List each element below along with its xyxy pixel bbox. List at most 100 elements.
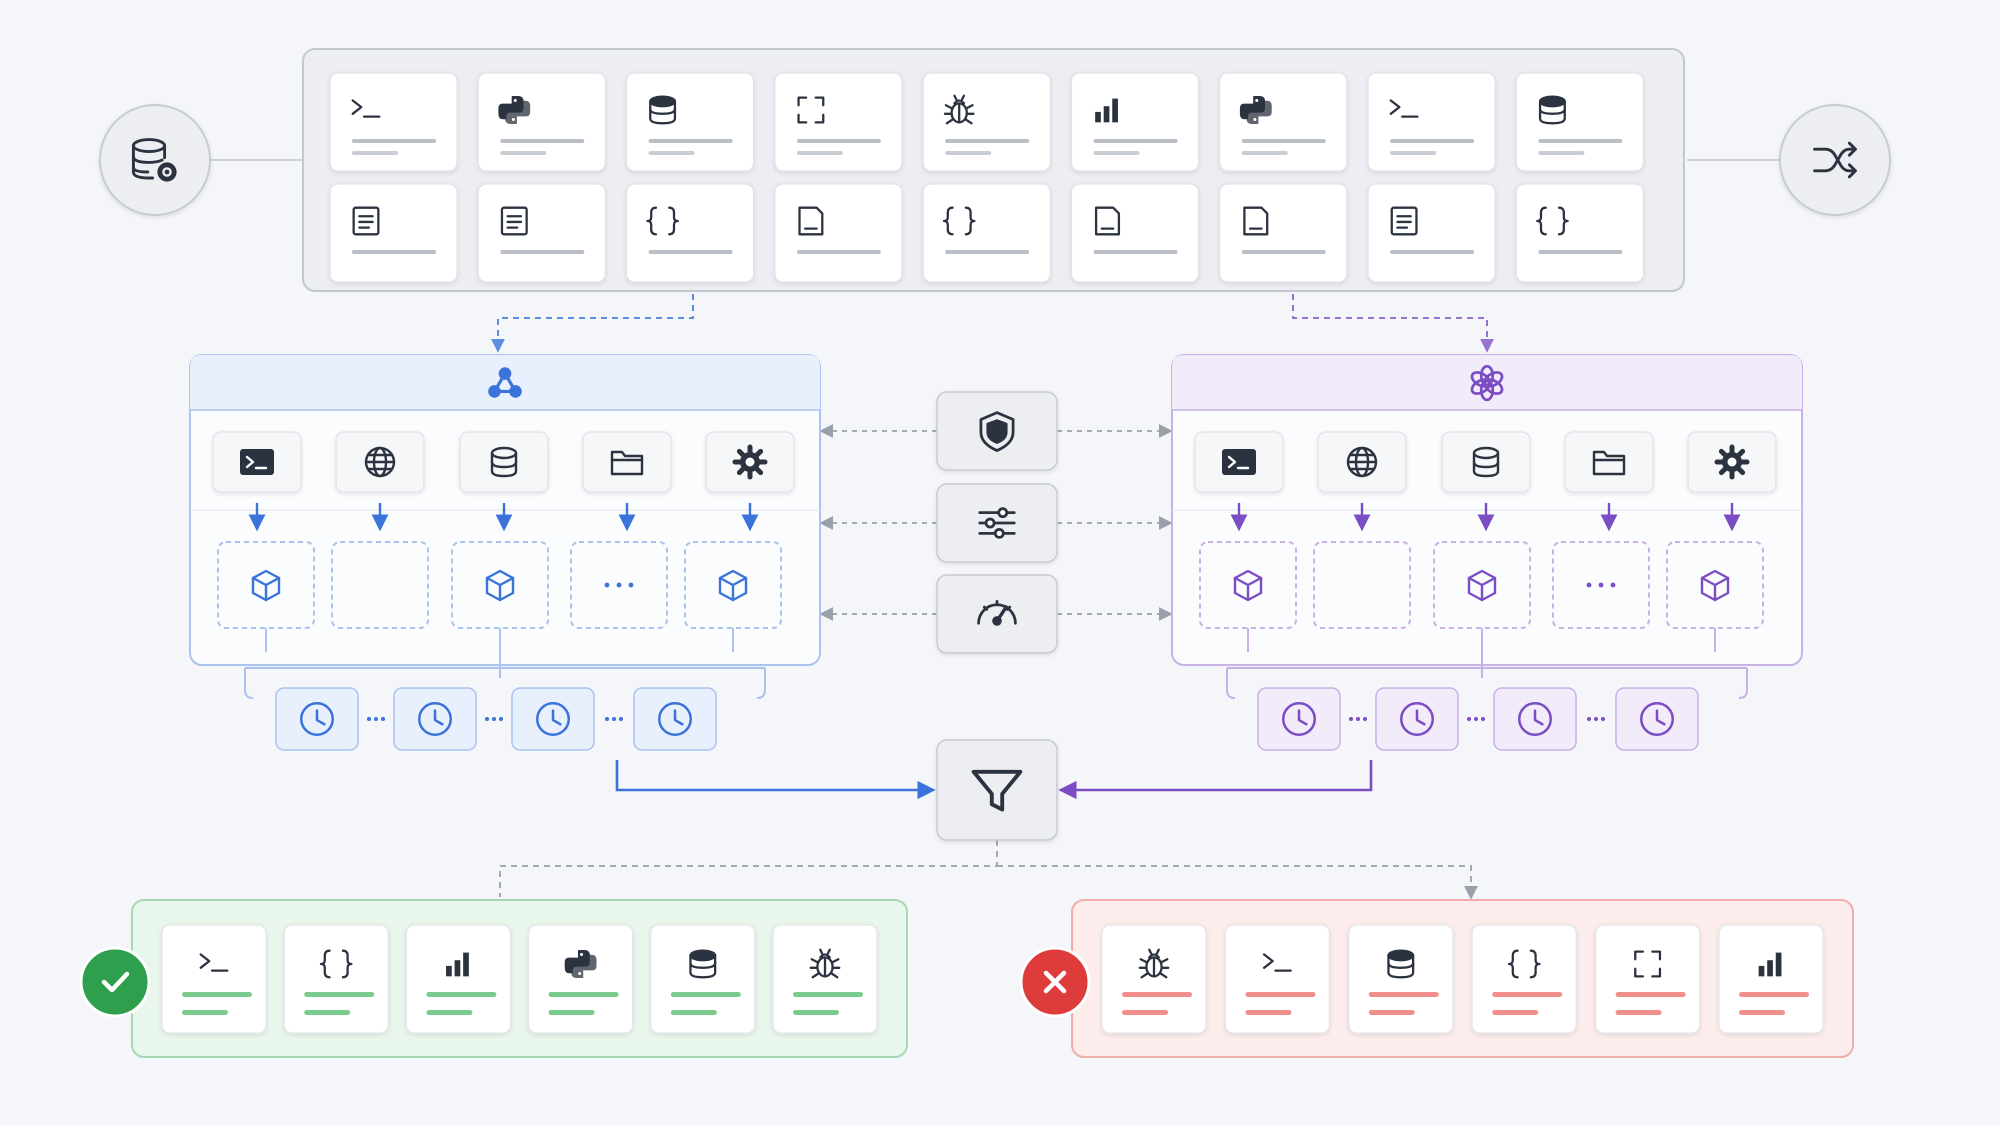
result-card[interactable] [1594, 924, 1701, 1034]
card-line [1241, 139, 1326, 143]
card-line [1615, 1010, 1662, 1015]
card-line [1368, 992, 1439, 997]
terminal-box-icon [240, 449, 274, 475]
card-line [648, 139, 733, 143]
ellipsis-dot [1598, 582, 1604, 588]
rejected-panel [1071, 899, 1854, 1058]
tool-gear[interactable] [705, 431, 795, 493]
task-card[interactable] [1515, 183, 1645, 283]
timer-chip [511, 687, 595, 751]
card-line [1492, 1010, 1539, 1015]
tool-terminal[interactable] [1194, 431, 1284, 493]
result-card[interactable] [527, 924, 634, 1034]
card-line [426, 992, 497, 997]
tool-gear[interactable] [1687, 431, 1777, 493]
gauge-button[interactable] [936, 574, 1058, 654]
card-line [1739, 992, 1809, 997]
result-card[interactable] [1101, 924, 1207, 1034]
result-card[interactable] [405, 924, 511, 1034]
timer-dot [499, 717, 503, 721]
card-line [1122, 992, 1192, 997]
card-line [796, 139, 881, 143]
result-card[interactable] [772, 924, 878, 1034]
timer-dot [485, 717, 489, 721]
agent-panel-purple [1171, 354, 1803, 751]
card-line [945, 151, 992, 155]
card-line [945, 250, 1030, 254]
task-card[interactable] [477, 72, 606, 172]
timer-dot [1594, 717, 1598, 721]
tool-globe[interactable] [1317, 431, 1407, 493]
tool-folder[interactable] [582, 431, 672, 493]
task-card[interactable] [774, 183, 903, 283]
result-card[interactable] [283, 924, 389, 1034]
filter-button[interactable] [936, 739, 1058, 841]
ellipsis-dot [604, 582, 610, 588]
card-line [1538, 139, 1623, 143]
timer-dot [374, 717, 378, 721]
task-card[interactable] [625, 183, 755, 283]
task-card[interactable] [1367, 183, 1496, 283]
card-line [500, 250, 585, 254]
task-card[interactable] [774, 72, 903, 172]
agent-panel-blue [189, 354, 821, 751]
timer-dot [1467, 717, 1471, 721]
task-card[interactable] [1219, 183, 1348, 283]
task-card[interactable] [477, 183, 606, 283]
data-source-node[interactable] [99, 104, 211, 216]
result-card[interactable] [161, 924, 267, 1034]
result-card[interactable] [1348, 924, 1454, 1034]
timer-dot [1587, 717, 1591, 721]
shield-button[interactable] [936, 391, 1058, 471]
flow-split-arrowheads [499, 893, 1471, 897]
tool-terminal[interactable] [212, 431, 302, 493]
card-line [352, 151, 398, 155]
result-card[interactable] [1224, 924, 1331, 1034]
timer-dot [1349, 717, 1353, 721]
sliders-icon [978, 507, 1016, 539]
timer-dot [612, 717, 616, 721]
timer-dot [381, 717, 385, 721]
card-line [945, 139, 1030, 143]
task-card[interactable] [1219, 72, 1348, 172]
flow-pool-to-purple [1292, 294, 1494, 353]
ellipsis-dot [1586, 582, 1592, 588]
timer-dot [619, 717, 623, 721]
tool-globe[interactable] [335, 431, 425, 493]
card-line [648, 250, 733, 254]
ellipsis-dot [628, 582, 634, 588]
result-card[interactable] [650, 924, 756, 1034]
task-card[interactable] [1070, 72, 1200, 172]
flow-purple-to-filter [1058, 760, 1373, 800]
card-line [182, 1010, 228, 1015]
task-card[interactable] [1070, 183, 1200, 283]
sliders-button[interactable] [936, 483, 1058, 563]
task-card[interactable] [922, 72, 1051, 172]
card-line [426, 1010, 473, 1015]
task-card[interactable] [1515, 72, 1645, 172]
timer-dot [1601, 717, 1605, 721]
panel-header [1172, 355, 1802, 410]
shuffle-node[interactable] [1779, 104, 1891, 216]
card-line [182, 992, 252, 997]
terminal-box-icon [1222, 449, 1256, 475]
tool-database[interactable] [1441, 431, 1531, 493]
result-card[interactable] [1718, 924, 1824, 1034]
card-line [793, 992, 863, 997]
card-line [1739, 1010, 1785, 1015]
task-card[interactable] [1367, 72, 1496, 172]
card-line [1538, 250, 1623, 254]
timer-dot [367, 717, 371, 721]
tool-database[interactable] [459, 431, 549, 493]
pipeline-diagram [79, 48, 1891, 1058]
task-card[interactable] [922, 183, 1051, 283]
flow-pool-to-blue [491, 294, 694, 353]
card-line [352, 250, 436, 254]
tool-folder[interactable] [1564, 431, 1654, 493]
result-card[interactable] [1471, 924, 1577, 1034]
task-card[interactable] [625, 72, 755, 172]
task-card[interactable] [329, 183, 458, 283]
card-line [648, 151, 695, 155]
rejected-panel-badge [1019, 946, 1091, 1018]
task-card[interactable] [329, 72, 458, 172]
